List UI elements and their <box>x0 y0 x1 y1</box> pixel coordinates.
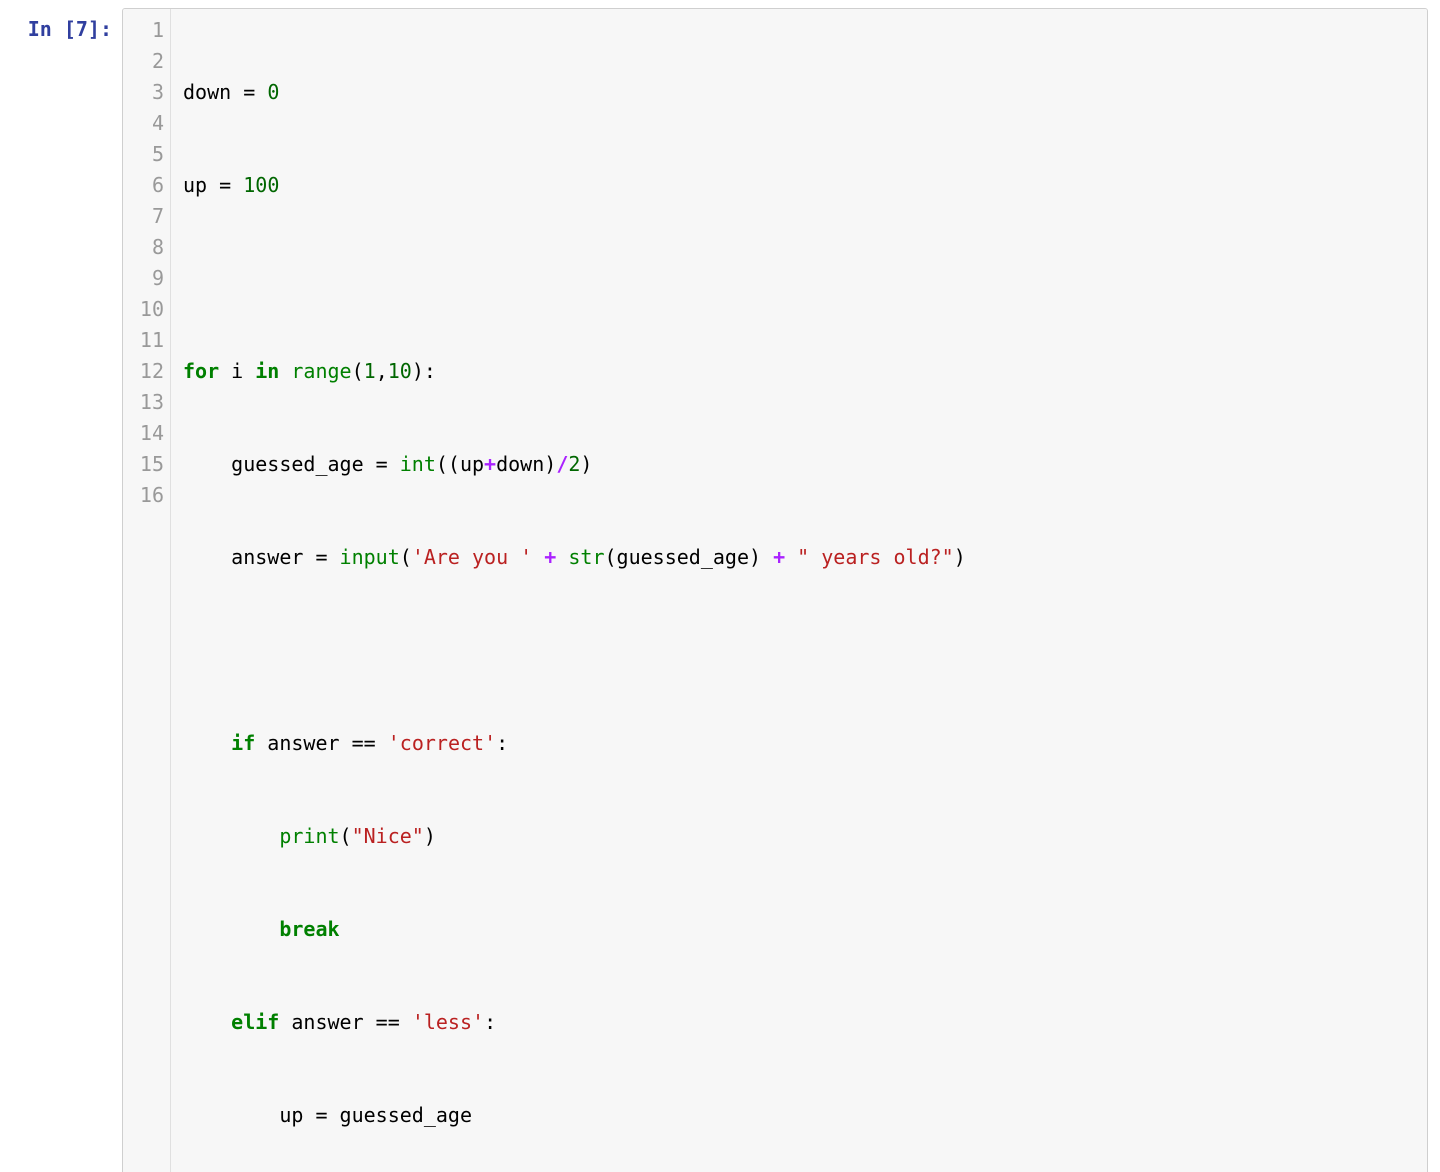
line-number: 6 <box>133 170 164 201</box>
line-number: 10 <box>133 294 164 325</box>
line-number: 8 <box>133 232 164 263</box>
line-number: 3 <box>133 77 164 108</box>
code-line: elif answer == 'less': <box>183 1007 1417 1038</box>
line-number: 7 <box>133 201 164 232</box>
line-number: 16 <box>133 480 164 511</box>
code-line <box>183 263 1417 294</box>
code-input-area[interactable]: 1 2 3 4 5 6 7 8 9 10 11 12 13 14 15 16 d… <box>122 8 1428 1172</box>
prompt-number: 7 <box>76 17 88 41</box>
code-line: if answer == 'correct': <box>183 728 1417 759</box>
code-cell: In [7]: 1 2 3 4 5 6 7 8 9 10 11 12 13 14… <box>0 0 1440 1172</box>
code-line: print("Nice") <box>183 821 1417 852</box>
line-number: 4 <box>133 108 164 139</box>
line-number: 5 <box>133 139 164 170</box>
line-number: 2 <box>133 46 164 77</box>
code-line: for i in range(1,10): <box>183 356 1417 387</box>
line-number: 13 <box>133 387 164 418</box>
cell-prompt: In [7]: <box>28 17 112 41</box>
prompt-prefix: In <box>28 17 64 41</box>
line-number-gutter: 1 2 3 4 5 6 7 8 9 10 11 12 13 14 15 16 <box>123 9 171 1172</box>
line-number: 11 <box>133 325 164 356</box>
line-number: 15 <box>133 449 164 480</box>
code-line: break <box>183 914 1417 945</box>
code-line: guessed_age = int((up+down)/2) <box>183 449 1417 480</box>
prompt-lbracket: [ <box>64 17 76 41</box>
line-number: 1 <box>133 15 164 46</box>
code-line: up = 100 <box>183 170 1417 201</box>
code-line: answer = input('Are you ' + str(guessed_… <box>183 542 1417 573</box>
line-number: 9 <box>133 263 164 294</box>
line-number: 12 <box>133 356 164 387</box>
cell-prompt-column: In [7]: <box>12 8 122 1172</box>
prompt-rbracket: ]: <box>88 17 112 41</box>
code-line: up = guessed_age <box>183 1100 1417 1131</box>
code-editor-content[interactable]: down = 0 up = 100 for i in range(1,10): … <box>171 9 1427 1172</box>
code-line <box>183 635 1417 666</box>
line-number: 14 <box>133 418 164 449</box>
code-line: down = 0 <box>183 77 1417 108</box>
